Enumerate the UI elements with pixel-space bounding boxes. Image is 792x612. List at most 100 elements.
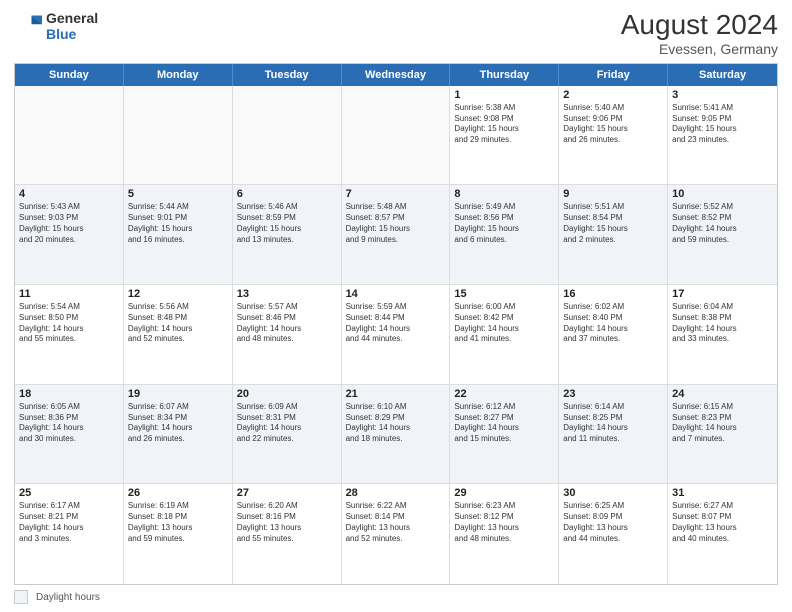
calendar-row: 11Sunrise: 5:54 AM Sunset: 8:50 PM Dayli… (15, 285, 777, 385)
cell-info: Sunrise: 5:48 AM Sunset: 8:57 PM Dayligh… (346, 202, 446, 245)
cell-info: Sunrise: 6:07 AM Sunset: 8:34 PM Dayligh… (128, 402, 228, 445)
title-section: August 2024 Evessen, Germany (621, 10, 778, 57)
cell-date: 3 (672, 89, 773, 101)
calendar-cell: 27 Sunrise: 6:20 AM Sunset: 8:16 PM Dayli… (233, 484, 342, 584)
cell-info: Sunrise: 6:05 AM Sunset: 8:36 PM Dayligh… (19, 402, 119, 445)
calendar-cell: 26Sunrise: 6:19 AM Sunset: 8:18 PM Dayli… (124, 484, 233, 584)
cell-date: 12 (128, 288, 228, 300)
cell-info: Sunrise: 6:19 AM Sunset: 8:18 PM Dayligh… (128, 501, 228, 544)
cell-date: 18 (19, 388, 119, 400)
cell-date: 4 (19, 188, 119, 200)
cell-date: 21 (346, 388, 446, 400)
cell-date: 22 (454, 388, 554, 400)
cell-date: 27 (237, 487, 337, 499)
legend-label: Daylight hours (36, 592, 100, 603)
day-header-monday: Monday (124, 64, 233, 86)
cell-info: Sunrise: 6:14 AM Sunset: 8:25 PM Dayligh… (563, 402, 663, 445)
day-headers: SundayMondayTuesdayWednesdayThursdayFrid… (15, 64, 777, 86)
cell-date: 1 (454, 89, 554, 101)
calendar-cell: 3 Sunrise: 5:41 AM Sunset: 9:05 PM Daylig… (668, 86, 777, 185)
calendar-cell: 9 Sunrise: 5:51 AM Sunset: 8:54 PM Daylig… (559, 185, 668, 284)
cell-date: 24 (672, 388, 773, 400)
cell-date: 31 (672, 487, 773, 499)
cell-date: 2 (563, 89, 663, 101)
cell-date: 8 (454, 188, 554, 200)
calendar-cell: 13 Sunrise: 5:57 AM Sunset: 8:46 PM Dayli… (233, 285, 342, 384)
calendar-cell: 30Sunrise: 6:25 AM Sunset: 8:09 PM Dayli… (559, 484, 668, 584)
calendar-cell: 23Sunrise: 6:14 AM Sunset: 8:25 PM Dayli… (559, 385, 668, 484)
cell-info: Sunrise: 6:00 AM Sunset: 8:42 PM Dayligh… (454, 302, 554, 345)
calendar-cell: 8Sunrise: 5:49 AM Sunset: 8:56 PM Daylig… (450, 185, 559, 284)
cell-info: Sunrise: 6:27 AM Sunset: 8:07 PM Dayligh… (672, 501, 773, 544)
cell-info: Sunrise: 5:43 AM Sunset: 9:03 PM Dayligh… (19, 202, 119, 245)
logo: General Blue (14, 10, 98, 42)
calendar-cell: 18 Sunrise: 6:05 AM Sunset: 8:36 PM Dayli… (15, 385, 124, 484)
location: Evessen, Germany (621, 41, 778, 57)
calendar-cell: 14 Sunrise: 5:59 AM Sunset: 8:44 PM Dayli… (342, 285, 451, 384)
calendar-cell (342, 86, 451, 185)
calendar-row: 4 Sunrise: 5:43 AM Sunset: 9:03 PM Daylig… (15, 185, 777, 285)
cell-date: 10 (672, 188, 773, 200)
cell-date: 28 (346, 487, 446, 499)
day-header-wednesday: Wednesday (342, 64, 451, 86)
cell-date: 16 (563, 288, 663, 300)
page: General Blue August 2024 Evessen, German… (0, 0, 792, 612)
calendar-cell: 21 Sunrise: 6:10 AM Sunset: 8:29 PM Dayli… (342, 385, 451, 484)
cell-date: 14 (346, 288, 446, 300)
cell-date: 30 (563, 487, 663, 499)
cell-date: 5 (128, 188, 228, 200)
cell-date: 6 (237, 188, 337, 200)
calendar-cell: 25Sunrise: 6:17 AM Sunset: 8:21 PM Dayli… (15, 484, 124, 584)
calendar: SundayMondayTuesdayWednesdayThursdayFrid… (14, 63, 778, 585)
cell-date: 19 (128, 388, 228, 400)
cell-info: Sunrise: 6:23 AM Sunset: 8:12 PM Dayligh… (454, 501, 554, 544)
cell-info: Sunrise: 6:20 AM Sunset: 8:16 PM Dayligh… (237, 501, 337, 544)
logo-general: General (46, 10, 98, 26)
calendar-cell (233, 86, 342, 185)
calendar-cell: 1 Sunrise: 5:38 AM Sunset: 9:08 PM Daylig… (450, 86, 559, 185)
cell-info: Sunrise: 6:04 AM Sunset: 8:38 PM Dayligh… (672, 302, 773, 345)
cell-info: Sunrise: 5:44 AM Sunset: 9:01 PM Dayligh… (128, 202, 228, 245)
footer: Daylight hours (14, 590, 778, 604)
logo-icon (14, 12, 42, 40)
calendar-cell: 15Sunrise: 6:00 AM Sunset: 8:42 PM Dayli… (450, 285, 559, 384)
cell-info: Sunrise: 6:09 AM Sunset: 8:31 PM Dayligh… (237, 402, 337, 445)
day-header-saturday: Saturday (668, 64, 777, 86)
calendar-cell: 20 Sunrise: 6:09 AM Sunset: 8:31 PM Dayli… (233, 385, 342, 484)
calendar-cell: 17Sunrise: 6:04 AM Sunset: 8:38 PM Dayli… (668, 285, 777, 384)
cell-info: Sunrise: 5:57 AM Sunset: 8:46 PM Dayligh… (237, 302, 337, 345)
day-header-tuesday: Tuesday (233, 64, 342, 86)
logo-text: General Blue (46, 10, 98, 42)
calendar-cell (124, 86, 233, 185)
calendar-cell: 4 Sunrise: 5:43 AM Sunset: 9:03 PM Daylig… (15, 185, 124, 284)
cell-info: Sunrise: 5:40 AM Sunset: 9:06 PM Dayligh… (563, 103, 663, 146)
logo-blue: Blue (46, 26, 98, 42)
cell-date: 13 (237, 288, 337, 300)
cell-date: 7 (346, 188, 446, 200)
cell-date: 29 (454, 487, 554, 499)
cell-info: Sunrise: 6:10 AM Sunset: 8:29 PM Dayligh… (346, 402, 446, 445)
calendar-cell: 11Sunrise: 5:54 AM Sunset: 8:50 PM Dayli… (15, 285, 124, 384)
legend-box (14, 590, 28, 604)
calendar-row: 25Sunrise: 6:17 AM Sunset: 8:21 PM Dayli… (15, 484, 777, 584)
calendar-cell: 31 Sunrise: 6:27 AM Sunset: 8:07 PM Dayli… (668, 484, 777, 584)
cell-info: Sunrise: 6:17 AM Sunset: 8:21 PM Dayligh… (19, 501, 119, 544)
calendar-cell: 22Sunrise: 6:12 AM Sunset: 8:27 PM Dayli… (450, 385, 559, 484)
cell-info: Sunrise: 5:41 AM Sunset: 9:05 PM Dayligh… (672, 103, 773, 146)
cell-date: 9 (563, 188, 663, 200)
calendar-cell: 5 Sunrise: 5:44 AM Sunset: 9:01 PM Daylig… (124, 185, 233, 284)
cell-info: Sunrise: 5:54 AM Sunset: 8:50 PM Dayligh… (19, 302, 119, 345)
month-year: August 2024 (621, 10, 778, 41)
cell-info: Sunrise: 5:38 AM Sunset: 9:08 PM Dayligh… (454, 103, 554, 146)
cell-info: Sunrise: 6:15 AM Sunset: 8:23 PM Dayligh… (672, 402, 773, 445)
cell-info: Sunrise: 5:59 AM Sunset: 8:44 PM Dayligh… (346, 302, 446, 345)
calendar-cell: 12Sunrise: 5:56 AM Sunset: 8:48 PM Dayli… (124, 285, 233, 384)
cell-date: 20 (237, 388, 337, 400)
calendar-cell (15, 86, 124, 185)
calendar-cell: 16Sunrise: 6:02 AM Sunset: 8:40 PM Dayli… (559, 285, 668, 384)
calendar-row: 1 Sunrise: 5:38 AM Sunset: 9:08 PM Daylig… (15, 86, 777, 186)
cell-info: Sunrise: 5:51 AM Sunset: 8:54 PM Dayligh… (563, 202, 663, 245)
day-header-sunday: Sunday (15, 64, 124, 86)
calendar-body: 1 Sunrise: 5:38 AM Sunset: 9:08 PM Daylig… (15, 86, 777, 584)
calendar-cell: 2 Sunrise: 5:40 AM Sunset: 9:06 PM Daylig… (559, 86, 668, 185)
